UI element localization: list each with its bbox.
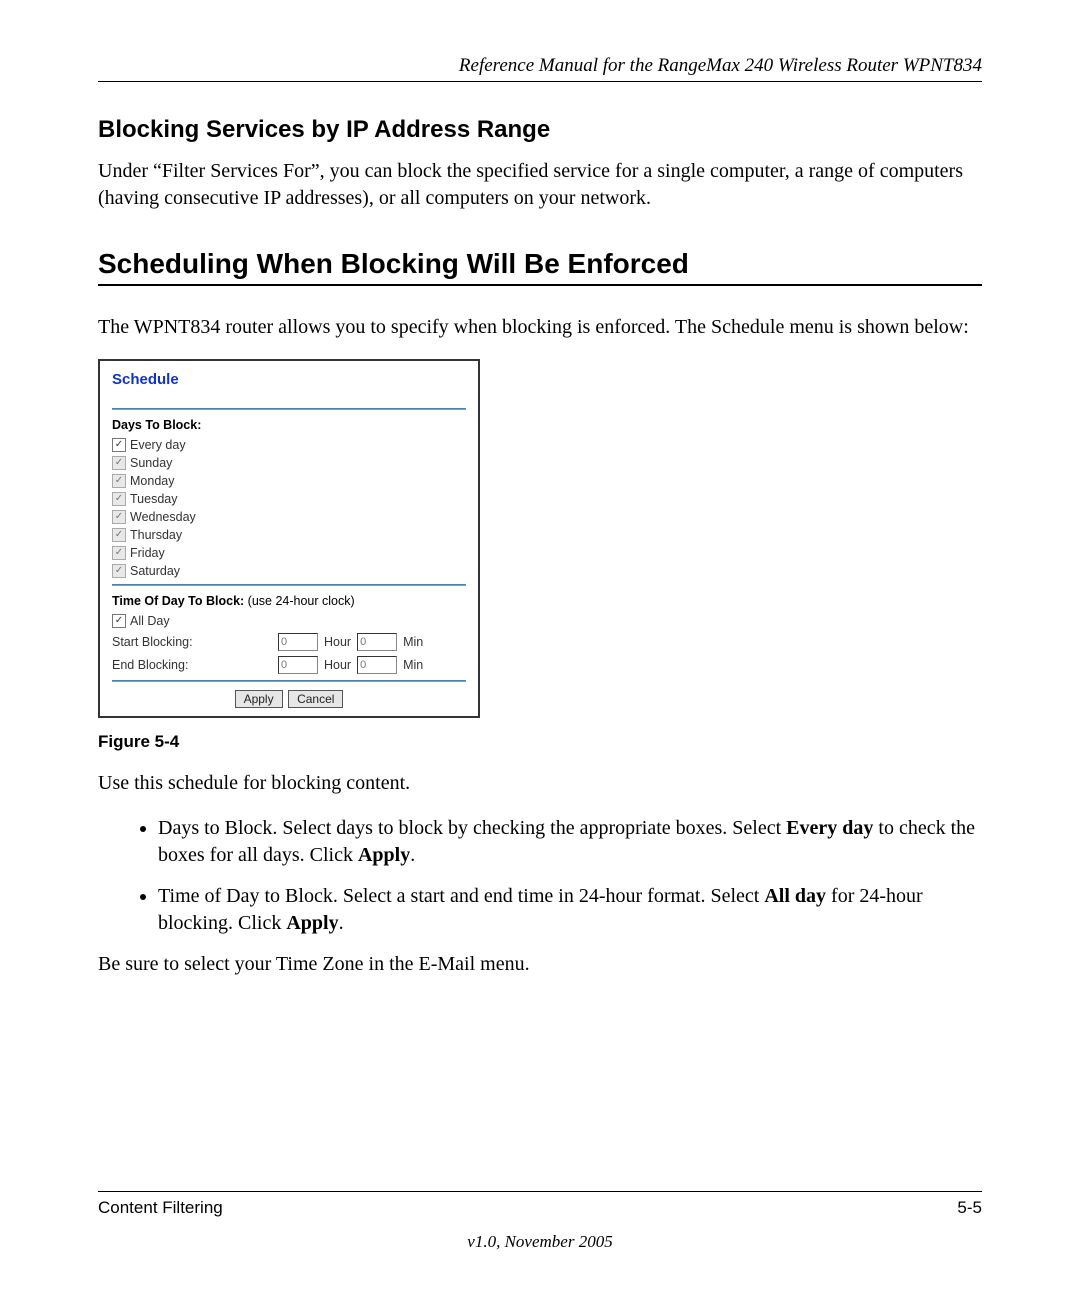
time-heading-bold: Time Of Day To Block: [112, 594, 244, 608]
day-row: Friday [112, 546, 466, 560]
day-row: Tuesday [112, 492, 466, 506]
footer-rule-row: Content Filtering 5-5 [98, 1191, 982, 1218]
day-label: Friday [130, 546, 165, 560]
day-label: Every day [130, 438, 186, 452]
text-run: . [339, 912, 344, 934]
day-label: Thursday [130, 528, 182, 542]
panel-separator [112, 680, 466, 682]
day-label: Monday [130, 474, 174, 488]
day-checkbox [112, 456, 126, 470]
panel-title: Schedule [112, 371, 466, 388]
text-bold: Apply [286, 912, 338, 934]
day-row: Every day [112, 438, 466, 452]
bullet-list: Days to Block. Select days to block by c… [98, 815, 982, 937]
body-paragraph: Under “Filter Services For”, you can blo… [98, 158, 982, 212]
footer-version: v1.0, November 2005 [98, 1232, 982, 1252]
list-item: Time of Day to Block. Select a start and… [158, 883, 982, 937]
body-paragraph: Be sure to select your Time Zone in the … [98, 951, 982, 978]
page-footer: Content Filtering 5-5 v1.0, November 200… [98, 1191, 982, 1252]
list-item: Days to Block. Select days to block by c… [158, 815, 982, 869]
heading-rule [98, 284, 982, 286]
start-min-input[interactable]: 0 [357, 633, 397, 651]
day-checkbox [112, 564, 126, 578]
min-label: Min [403, 635, 423, 649]
day-checkbox [112, 546, 126, 560]
hour-label: Hour [324, 635, 351, 649]
day-checkbox [112, 492, 126, 506]
end-min-input[interactable]: 0 [357, 656, 397, 674]
schedule-panel: Schedule Days To Block: Every day Sunday M… [98, 359, 480, 718]
panel-separator [112, 584, 466, 586]
all-day-row: All Day [112, 614, 466, 628]
days-list: Every day Sunday Monday Tuesday Wednesday Thu… [112, 438, 466, 578]
day-label: Tuesday [130, 492, 177, 506]
footer-right: 5-5 [957, 1198, 982, 1218]
text-run: . [410, 844, 415, 866]
time-of-day-heading: Time Of Day To Block: (use 24-hour clock… [112, 594, 466, 608]
header-title: Reference Manual for the RangeMax 240 Wi… [459, 55, 982, 76]
text-run: Days to Block. Select days to block by c… [158, 817, 786, 839]
day-checkbox [112, 528, 126, 542]
day-row: Thursday [112, 528, 466, 542]
end-blocking-row: End Blocking: 0 Hour 0 Min [112, 656, 466, 674]
day-label: Sunday [130, 456, 172, 470]
all-day-label: All Day [130, 614, 170, 628]
body-paragraph: The WPNT834 router allows you to specify… [98, 314, 982, 341]
body-paragraph: Use this schedule for blocking content. [98, 770, 982, 797]
day-checkbox [112, 474, 126, 488]
end-hour-input[interactable]: 0 [278, 656, 318, 674]
hour-label: Hour [324, 658, 351, 672]
time-heading-note: (use 24-hour clock) [244, 594, 354, 608]
all-day-checkbox[interactable] [112, 614, 126, 628]
text-run: Time of Day to Block. Select a start and… [158, 885, 764, 907]
text-bold: Apply [358, 844, 410, 866]
start-blocking-row: Start Blocking: 0 Hour 0 Min [112, 633, 466, 651]
footer-left: Content Filtering [98, 1198, 223, 1218]
panel-button-row: Apply Cancel [112, 690, 466, 708]
figure-caption: Figure 5-4 [98, 732, 982, 752]
day-row: Sunday [112, 456, 466, 470]
cancel-button[interactable]: Cancel [288, 690, 343, 708]
apply-button[interactable]: Apply [235, 690, 283, 708]
document-page: Reference Manual for the RangeMax 240 Wi… [0, 0, 1080, 1296]
section-heading: Scheduling When Blocking Will Be Enforce… [98, 248, 982, 280]
start-hour-input[interactable]: 0 [278, 633, 318, 651]
day-checkbox[interactable] [112, 438, 126, 452]
day-checkbox [112, 510, 126, 524]
end-blocking-label: End Blocking: [112, 658, 272, 672]
text-bold: Every day [786, 817, 873, 839]
panel-separator [112, 408, 466, 410]
subsection-heading: Blocking Services by IP Address Range [98, 116, 982, 144]
day-row: Wednesday [112, 510, 466, 524]
days-to-block-heading: Days To Block: [112, 418, 466, 432]
min-label: Min [403, 658, 423, 672]
start-blocking-label: Start Blocking: [112, 635, 272, 649]
text-bold: All day [764, 885, 826, 907]
running-header: Reference Manual for the RangeMax 240 Wi… [98, 55, 982, 82]
day-label: Saturday [130, 564, 180, 578]
day-row: Monday [112, 474, 466, 488]
day-label: Wednesday [130, 510, 196, 524]
day-row: Saturday [112, 564, 466, 578]
